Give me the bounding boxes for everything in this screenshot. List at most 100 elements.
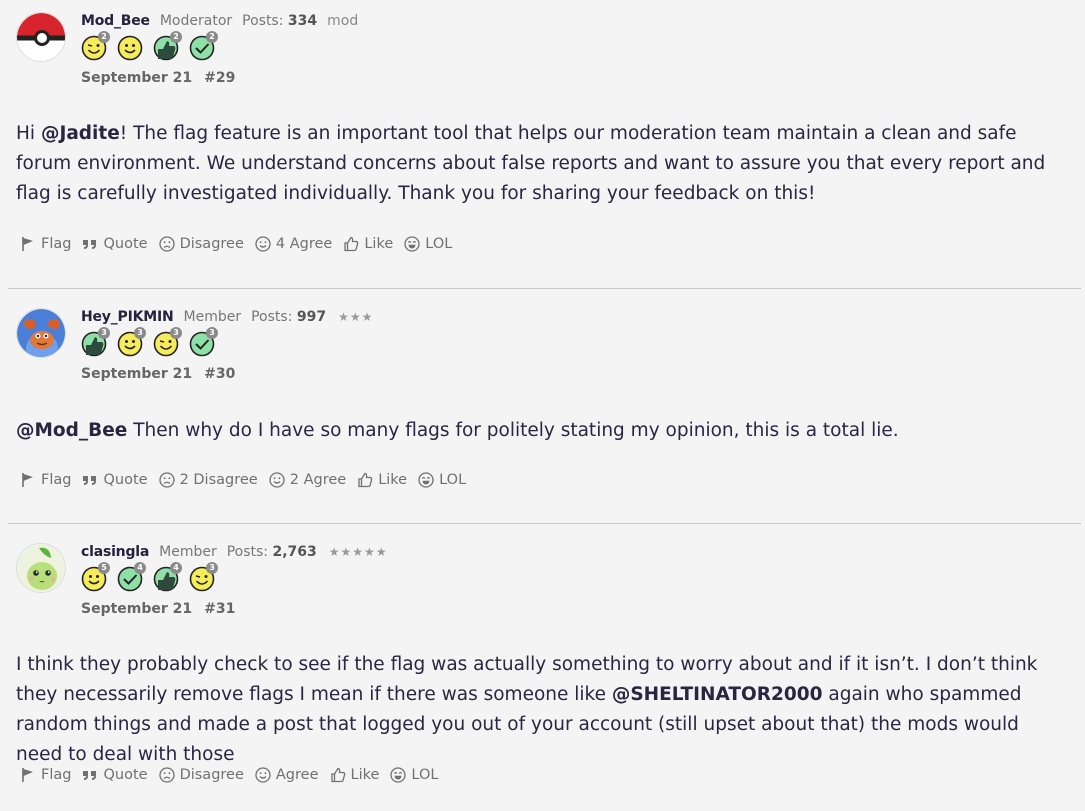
user-mention[interactable]: @Jadite	[41, 123, 120, 144]
smile-face-icon[interactable]: 5	[81, 562, 110, 592]
post-date-line: September 21 #30	[81, 366, 235, 382]
thumbs-up-outline-icon	[344, 236, 359, 252]
lol-button[interactable]: LOL	[404, 236, 452, 252]
user-mention[interactable]: @SHELTINATOR2000	[612, 684, 823, 705]
quote-button[interactable]: Quote	[82, 236, 148, 252]
rank-stars: ★★★★★	[328, 545, 388, 559]
badge-count: 2	[206, 31, 218, 43]
username[interactable]: Mod_Bee	[81, 13, 150, 29]
flag-button[interactable]: Flag	[20, 472, 71, 488]
badge-row: 2 2 2	[81, 31, 218, 61]
thumbs-up-icon[interactable]: 3	[81, 327, 110, 357]
smile-icon	[255, 236, 271, 252]
badge-count: 3	[206, 562, 218, 574]
check-icon[interactable]: 2	[189, 31, 218, 61]
agree-button[interactable]: Agree	[255, 767, 319, 783]
user-role: Member	[159, 544, 217, 560]
thumbs-up-outline-icon	[330, 767, 345, 783]
post-actions: Flag Quote Disagree 4 Agree Like LOL	[20, 236, 452, 252]
user-role: Moderator	[159, 13, 233, 29]
avatar[interactable]	[16, 543, 66, 593]
post-body: I think they probably check to see if th…	[16, 650, 1066, 770]
badge-count: 4	[134, 562, 146, 574]
post-text: Then why do I have so many flags for pol…	[127, 420, 899, 441]
quote-icon	[83, 240, 97, 249]
post-body: @Mod_Bee Then why do I have so many flag…	[16, 416, 1066, 446]
user-role: Member	[183, 309, 242, 325]
post-date-line: September 21 #29	[81, 70, 235, 86]
badge-count: 3	[206, 327, 218, 339]
post-header: Hey_PIKMIN Member Posts: 997 ★★★	[81, 308, 373, 326]
post-date[interactable]: September 21	[81, 70, 192, 86]
avatar[interactable]	[16, 308, 66, 358]
flag-icon	[22, 473, 33, 487]
disagree-button[interactable]: Disagree	[158, 767, 244, 783]
flag-icon	[22, 768, 33, 782]
post-date[interactable]: September 21	[81, 601, 192, 617]
lol-button[interactable]: LOL	[418, 472, 466, 488]
post-body: Hi @Jadite! The flag feature is an impor…	[16, 119, 1066, 209]
lol-button[interactable]: LOL	[390, 767, 438, 783]
like-button[interactable]: Like	[343, 236, 393, 252]
flag-button[interactable]: Flag	[20, 767, 71, 783]
laugh-icon	[418, 472, 434, 488]
post-actions: Flag Quote 2 Disagree 2 Agree Like LOL	[20, 472, 466, 488]
laugh-icon	[390, 767, 407, 783]
post-number[interactable]: #30	[204, 366, 235, 382]
badge-count: 2	[98, 31, 110, 43]
avatar[interactable]	[16, 12, 66, 62]
badge-row: 3 3 3 3	[81, 327, 218, 357]
flag-button[interactable]: Flag	[20, 236, 71, 252]
disagree-button[interactable]: 2 Disagree	[158, 472, 258, 488]
wink-face-icon[interactable]: 3	[153, 327, 182, 357]
post-divider	[8, 288, 1081, 289]
badge-count: 3	[98, 327, 110, 339]
badge-count: 5	[98, 562, 110, 574]
agree-button[interactable]: 2 Agree	[269, 472, 346, 488]
badge-row: 5 4 4 3	[81, 562, 218, 592]
user-title: mod	[327, 13, 359, 29]
post-header: clasingla Member Posts: 2,763 ★★★★★	[81, 543, 388, 561]
post-header: Mod_Bee Moderator Posts: 334 mod	[81, 12, 358, 30]
user-mention[interactable]: @Mod_Bee	[16, 420, 127, 441]
username[interactable]: Hey_PIKMIN	[81, 309, 174, 325]
disagree-button[interactable]: Disagree	[158, 236, 244, 252]
thumbs-up-icon[interactable]: 2	[153, 31, 182, 61]
badge-count: 3	[170, 327, 182, 339]
rank-stars: ★★★	[338, 310, 374, 324]
post-date[interactable]: September 21	[81, 366, 192, 382]
check-icon[interactable]: 4	[117, 562, 146, 592]
pokeball-avatar-icon	[17, 13, 65, 61]
wink-face-icon[interactable]: 2	[81, 31, 110, 61]
wink-face-icon[interactable]: 3	[189, 562, 218, 592]
post-count: Posts: 334	[242, 13, 318, 29]
smile-icon	[269, 472, 285, 488]
like-button[interactable]: Like	[330, 767, 379, 783]
badge-count: 2	[170, 31, 182, 43]
smile-face-icon[interactable]: 3	[117, 327, 146, 357]
smile-face-icon[interactable]	[117, 35, 143, 61]
like-button[interactable]: Like	[357, 472, 407, 488]
username[interactable]: clasingla	[81, 544, 149, 560]
frown-icon	[158, 767, 175, 783]
thumbs-up-icon[interactable]: 4	[153, 562, 182, 592]
badge-count: 4	[170, 562, 182, 574]
post-number[interactable]: #31	[204, 601, 235, 617]
smile-icon	[255, 767, 271, 783]
quote-button[interactable]: Quote	[82, 767, 148, 783]
quote-button[interactable]: Quote	[82, 472, 148, 488]
quote-icon	[83, 771, 97, 780]
agree-button[interactable]: 4 Agree	[255, 236, 332, 252]
laugh-icon	[404, 236, 420, 252]
frown-icon	[158, 236, 175, 252]
crab-avatar-icon	[17, 309, 65, 357]
post-text: Hi	[16, 123, 41, 144]
quote-icon	[83, 476, 97, 485]
post-count: Posts: 997	[251, 309, 327, 325]
post-number[interactable]: #29	[204, 70, 235, 86]
frown-icon	[158, 472, 175, 488]
badge-count: 3	[134, 327, 146, 339]
post-date-line: September 21 #31	[81, 601, 235, 617]
chikorita-avatar-icon	[17, 544, 65, 592]
check-icon[interactable]: 3	[189, 327, 218, 357]
